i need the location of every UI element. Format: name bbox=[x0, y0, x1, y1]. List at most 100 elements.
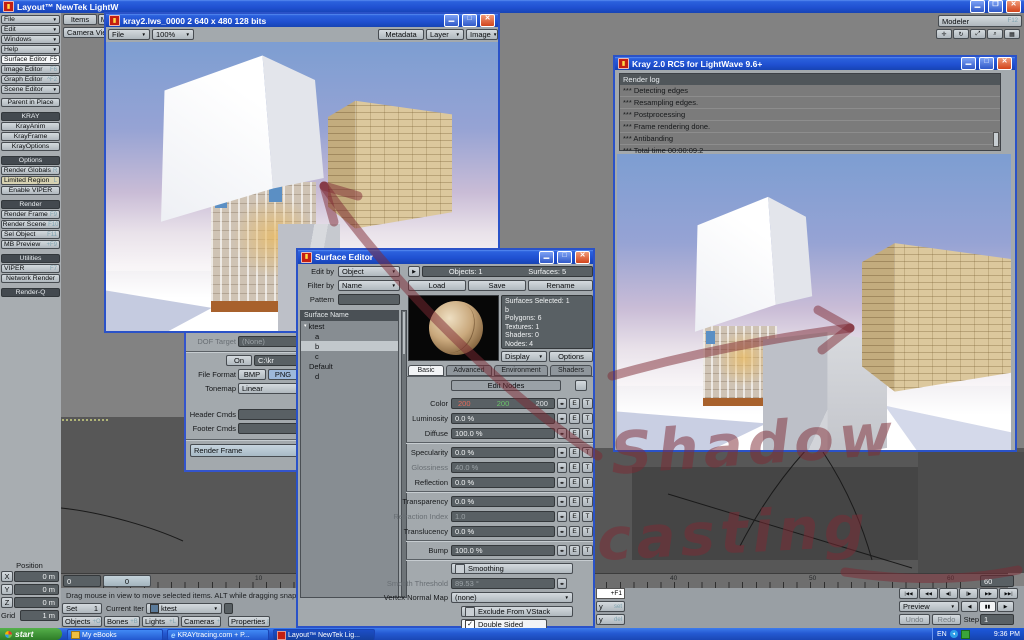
close-button[interactable]: ✕ bbox=[480, 14, 495, 27]
tab-basic[interactable]: Basic bbox=[408, 365, 444, 376]
current-item-dropdown[interactable]: ktest ▼ bbox=[146, 603, 222, 614]
prev-frame-button[interactable]: ◀|| bbox=[939, 588, 958, 599]
sidebar-item-krayoptions[interactable]: KrayOptions bbox=[1, 142, 60, 151]
x-position-field[interactable]: 0 m bbox=[14, 571, 59, 582]
maximize-button[interactable]: □ bbox=[979, 57, 994, 70]
sidebar-item-limited-region[interactable]: Limited RegionL bbox=[1, 176, 60, 185]
render-window-titlebar[interactable]: ▮ kray2.lws_0000 2 640 x 480 128 bits ▁ … bbox=[106, 14, 498, 27]
envelope-button[interactable]: E bbox=[569, 511, 580, 522]
filter-by-dropdown[interactable]: Name▼ bbox=[338, 280, 400, 291]
sidebar-item-krayframe[interactable]: KrayFrame bbox=[1, 132, 60, 141]
luminosity-field[interactable]: 0.0 % bbox=[451, 413, 555, 424]
sidebar-item-image-editor[interactable]: Image EditorF6 bbox=[1, 65, 60, 74]
output-path-field[interactable]: C:\kr bbox=[254, 355, 298, 366]
pattern-input[interactable] bbox=[338, 294, 400, 305]
envelope-button[interactable]: E bbox=[569, 462, 580, 473]
edit-nodes-button[interactable]: Edit Nodes bbox=[451, 380, 561, 391]
texture-button[interactable]: T bbox=[582, 496, 593, 507]
diffuse-field[interactable]: 100.0 % bbox=[451, 428, 555, 439]
undo-button[interactable]: Undo bbox=[899, 614, 930, 625]
minimize-button[interactable]: ▁ bbox=[961, 57, 976, 70]
sidebar-item-enable-viper[interactable]: Enable VIPER bbox=[1, 186, 60, 195]
envelope-button[interactable]: E bbox=[569, 413, 580, 424]
surface-list-item[interactable]: Default bbox=[301, 361, 398, 371]
sidebar-item-windows[interactable]: Windows▼ bbox=[1, 35, 60, 44]
envelope-button[interactable]: E bbox=[569, 428, 580, 439]
sidebar-item-mb-preview[interactable]: MB Preview+F9 bbox=[1, 240, 60, 249]
taskbar-item-kraytracing[interactable]: e KRAYtracing.com + P... bbox=[167, 629, 269, 640]
metadata-button[interactable]: Metadata bbox=[378, 29, 424, 40]
bones-button[interactable]: Bones+B bbox=[104, 616, 140, 627]
texture-button[interactable]: T bbox=[582, 526, 593, 537]
surface-list-item-selected[interactable]: b bbox=[301, 341, 398, 351]
texture-button[interactable]: T bbox=[582, 428, 593, 439]
edit-by-dropdown[interactable]: Object▼ bbox=[338, 266, 400, 277]
step-field[interactable]: 1 bbox=[980, 614, 1014, 625]
sidebar-item-viper[interactable]: VIPERF7 bbox=[1, 264, 60, 273]
smooth-threshold-field[interactable]: 89.53 ° bbox=[451, 578, 555, 589]
color-field[interactable]: 200 200 200 bbox=[451, 398, 555, 409]
close-button[interactable]: ✕ bbox=[1006, 0, 1021, 13]
refraction-index-field[interactable]: 1.0 bbox=[451, 511, 555, 522]
texture-button[interactable]: T bbox=[582, 545, 593, 556]
layer-dropdown[interactable]: Layer▼ bbox=[426, 29, 464, 40]
end-frame-field[interactable]: 60 bbox=[980, 575, 1014, 587]
envelope-button[interactable]: E bbox=[569, 398, 580, 409]
go-end-button[interactable]: ▶▶| bbox=[999, 588, 1018, 599]
zoom-icon[interactable]: ⤢ bbox=[970, 29, 986, 39]
file-menu-button[interactable]: File▼ bbox=[108, 29, 150, 40]
options-button[interactable]: Options bbox=[549, 351, 593, 362]
sidebar-item-krayanim[interactable]: KrayAnim bbox=[1, 122, 60, 131]
rename-button[interactable]: Rename bbox=[528, 280, 593, 291]
sidebar-item-scene-editor[interactable]: Scene Editor▼ bbox=[1, 85, 60, 94]
grid-size-field[interactable]: 1 m bbox=[20, 610, 59, 621]
spinner[interactable]: ◂▸ bbox=[557, 511, 567, 522]
close-button[interactable]: ✕ bbox=[997, 57, 1012, 70]
envelope-button[interactable]: E bbox=[569, 496, 580, 507]
minimize-button[interactable]: ▁ bbox=[444, 14, 459, 27]
pause-button[interactable]: ▮▮ bbox=[979, 601, 996, 612]
magnify-icon[interactable]: ⌕ bbox=[987, 29, 1003, 39]
language-indicator[interactable]: EN bbox=[937, 631, 947, 638]
go-start-button[interactable]: |◀◀ bbox=[899, 588, 918, 599]
envelope-button[interactable]: E bbox=[569, 477, 580, 488]
spinner[interactable]: ◂▸ bbox=[557, 428, 567, 439]
x-axis-label[interactable]: X bbox=[1, 571, 13, 582]
start-button[interactable]: start bbox=[0, 628, 62, 640]
vertex-normal-map-dropdown[interactable]: (none)▼ bbox=[451, 592, 573, 603]
next-frame-button[interactable]: ||▶ bbox=[959, 588, 978, 599]
sidebar-item-network-render[interactable]: Network Render bbox=[1, 274, 60, 283]
reflection-field[interactable]: 0.0 % bbox=[451, 477, 555, 488]
texture-button[interactable]: T bbox=[582, 413, 593, 424]
tab-shaders[interactable]: Shaders bbox=[550, 365, 592, 376]
button-fragment-del[interactable]: ydel bbox=[596, 614, 625, 625]
image-dropdown[interactable]: Image▼ bbox=[466, 29, 498, 40]
surface-list-item[interactable]: a bbox=[301, 331, 398, 341]
button-fragment-f1[interactable]: +F1 bbox=[596, 588, 625, 599]
specularity-field[interactable]: 0.0 % bbox=[451, 447, 555, 458]
maximize-button[interactable]: □ bbox=[557, 251, 572, 264]
edit-nodes-toggle[interactable] bbox=[575, 380, 587, 391]
render-image[interactable] bbox=[617, 154, 1011, 450]
surface-editor-titlebar[interactable]: ▮ Surface Editor ▁ □ ✕ bbox=[298, 250, 593, 264]
panel-arrow-button[interactable]: ▶ bbox=[408, 266, 420, 277]
display-dropdown[interactable]: Display▼ bbox=[501, 351, 547, 362]
objects-button[interactable]: Objects+O bbox=[62, 616, 102, 627]
play-button[interactable]: ▶ bbox=[997, 601, 1014, 612]
tray-app-icon[interactable] bbox=[961, 630, 970, 639]
y-axis-label[interactable]: Y bbox=[1, 584, 13, 595]
rotate-icon[interactable]: ↻ bbox=[953, 29, 969, 39]
save-button[interactable]: Save bbox=[468, 280, 526, 291]
spinner[interactable]: ◂▸ bbox=[557, 398, 567, 409]
spinner[interactable]: ◂▸ bbox=[557, 526, 567, 537]
z-position-field[interactable]: 0 m bbox=[14, 597, 59, 608]
zoom-dropdown[interactable]: 100%▼ bbox=[152, 29, 194, 40]
sidebar-item-help[interactable]: Help▼ bbox=[1, 45, 60, 54]
maximize-button[interactable]: □ bbox=[462, 14, 477, 27]
spinner[interactable]: ◂▸ bbox=[557, 413, 567, 424]
play-reverse-button[interactable]: ◀ bbox=[961, 601, 978, 612]
close-button[interactable]: ✕ bbox=[575, 251, 590, 264]
bump-field[interactable]: 100.0 % bbox=[451, 545, 555, 556]
sidebar-item-parent-in-place[interactable]: Parent in Place bbox=[1, 98, 60, 107]
current-frame-field[interactable]: 0 bbox=[63, 575, 101, 587]
